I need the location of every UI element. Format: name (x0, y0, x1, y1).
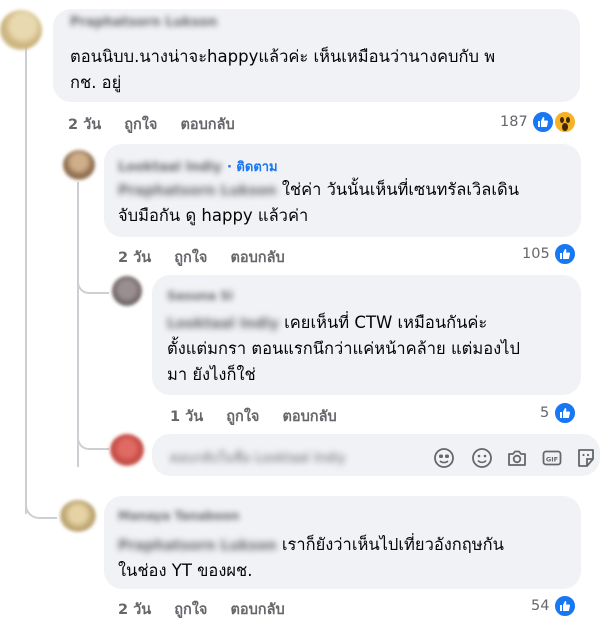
comment-text: ตอนนิบบ.นางน่าจะhappyแล้วค่ะ เห็นเหมือนว… (70, 47, 496, 66)
thread-connector (77, 438, 109, 450)
avatar[interactable] (60, 500, 96, 532)
comment-time[interactable]: 2 วัน (68, 117, 101, 133)
reply-input-box[interactable]: ตอบกลับในชื่อ Looktaal Indiy (152, 434, 600, 476)
avatar[interactable] (112, 276, 142, 306)
follow-link[interactable]: · ติดตาม (227, 160, 278, 175)
sticker-face-icon[interactable] (433, 447, 455, 469)
comment-time[interactable]: 2 วัน (118, 602, 151, 618)
reply-link[interactable]: ตอบกลับ (282, 409, 336, 425)
comment-text: เคยเห็นที่ CTW เหมือนกันค่ะ (284, 313, 488, 332)
comment-author[interactable]: Sasuna Si (167, 289, 233, 303)
comment-text: มา ยังไงก็ใช่ (167, 365, 256, 384)
reaction-count[interactable]: 105 (522, 246, 550, 262)
comment-text: กช. อยู่ (70, 73, 122, 92)
comment-bubble: Sasuna Si Looktaal Indiy เคยเห็นที่ CTW … (152, 275, 581, 395)
comment-time[interactable]: 2 วัน (118, 250, 151, 266)
sticker-icon[interactable] (575, 447, 597, 469)
thread-line-nested (77, 182, 79, 467)
comment-text: ตั้งแต่มกรา ตอนแรกนึกว่าแค่หน้าคล้าย แต่… (167, 339, 520, 358)
reaction-count[interactable]: 5 (540, 405, 549, 421)
comment-time[interactable]: 1 วัน (170, 409, 203, 425)
thread-line (25, 44, 27, 514)
mention-tag[interactable]: Looktaal Indiy (167, 311, 279, 337)
like-reaction-icon (531, 110, 555, 134)
mention-tag[interactable]: Praphatsorn Lukson (118, 533, 277, 559)
reply-link[interactable]: ตอบกลับ (230, 602, 284, 618)
comment-text: เราก็ยังว่าเห็นไปเที่ยวอังกฤษกัน (281, 535, 504, 554)
reply-link[interactable]: ตอบกลับ (230, 250, 284, 266)
svg-text:GIF: GIF (546, 455, 558, 463)
comment-bubble: Praphatsorn Lukson ตอนนิบบ.นางน่าจะhappy… (53, 9, 580, 102)
camera-icon[interactable] (506, 447, 528, 469)
comment-text: ในช่อง YT ของผช. (118, 561, 253, 580)
comment-author[interactable]: Manaya Tanaboon (118, 509, 239, 523)
avatar[interactable] (63, 150, 95, 180)
comment-author[interactable]: Looktaal Indiy (118, 160, 222, 175)
comment-bubble: Manaya Tanaboon Praphatsorn Lukson เราก็… (104, 496, 581, 589)
reaction-count[interactable]: 54 (531, 598, 549, 614)
comment-text: ใช่ค่า วันนั้นเห็นที่เซนทรัลเวิลเดิน (281, 180, 520, 199)
like-reaction-icon (553, 242, 577, 266)
comment-text: จับมือกัน ดู happy แล้วค่า (118, 206, 309, 225)
avatar[interactable] (0, 10, 42, 50)
thread-connector (25, 505, 57, 519)
like-link[interactable]: ถูกใจ (174, 250, 207, 266)
emoji-icon[interactable] (471, 447, 493, 469)
like-link[interactable]: ถูกใจ (226, 409, 259, 425)
mention-tag[interactable]: Praphatsorn Lukson (118, 178, 277, 204)
wow-reaction-icon (553, 110, 577, 134)
gif-icon[interactable]: GIF (541, 447, 563, 469)
like-link[interactable]: ถูกใจ (124, 117, 157, 133)
comment-bubble: Looktaal Indiy · ติดตาม Praphatsorn Luks… (104, 144, 581, 237)
avatar (110, 434, 144, 466)
thread-connector (77, 282, 109, 294)
reaction-count[interactable]: 187 (500, 114, 528, 130)
comment-author[interactable]: Praphatsorn Lukson (70, 15, 217, 30)
reply-input[interactable]: ตอบกลับในชื่อ Looktaal Indiy (170, 447, 345, 468)
like-reaction-icon (553, 594, 577, 618)
reply-link[interactable]: ตอบกลับ (180, 117, 234, 133)
like-link[interactable]: ถูกใจ (174, 602, 207, 618)
like-reaction-icon (553, 401, 577, 425)
